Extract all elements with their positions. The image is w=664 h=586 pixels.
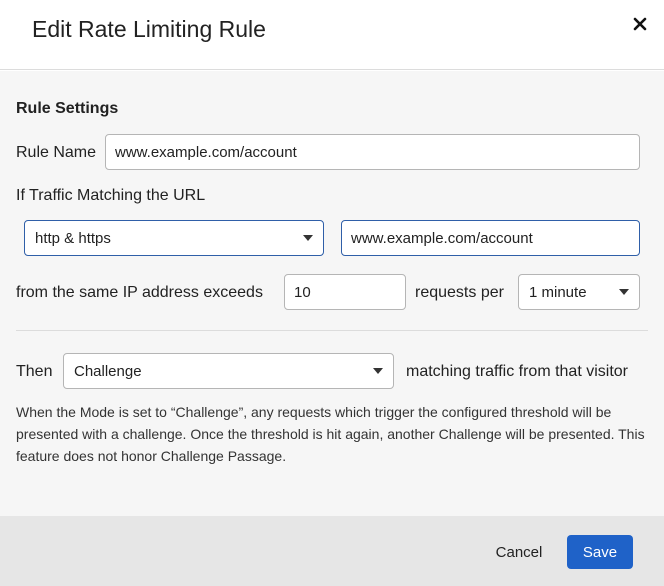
url-value: www.example.com/account [351, 229, 533, 247]
protocol-selected-value: http & https [35, 229, 111, 247]
edit-rate-limiting-dialog: Edit Rate Limiting Rule Rule Settings Ru… [0, 0, 664, 586]
save-button[interactable]: Save [567, 535, 633, 569]
dialog-header: Edit Rate Limiting Rule [0, 0, 664, 70]
mode-select[interactable]: Challenge [63, 353, 394, 389]
mode-selected-value: Challenge [74, 362, 142, 380]
rule-name-input[interactable]: www.example.com/account [105, 134, 640, 170]
requests-per-label: requests per [415, 284, 504, 301]
challenge-description: When the Mode is set to “Challenge”, any… [16, 404, 645, 464]
then-label: Then [16, 363, 53, 380]
close-icon [633, 17, 647, 31]
dialog-footer: Cancel Save [0, 516, 664, 586]
same-ip-label: from the same IP address exceeds [16, 284, 263, 301]
chevron-down-icon [303, 235, 313, 241]
requests-threshold-value: 10 [294, 283, 311, 301]
close-button[interactable] [628, 12, 652, 36]
dialog-title: Edit Rate Limiting Rule [32, 16, 266, 42]
dialog-body: Rule Settings Rule Name www.example.com/… [0, 71, 664, 516]
period-selected-value: 1 minute [529, 283, 587, 301]
url-input[interactable]: www.example.com/account [341, 220, 640, 256]
traffic-matching-label: If Traffic Matching the URL [16, 187, 206, 204]
section-title: Rule Settings [16, 100, 119, 117]
period-select[interactable]: 1 minute [518, 274, 640, 310]
protocol-select[interactable]: http & https [24, 220, 324, 256]
chevron-down-icon [619, 289, 629, 295]
matching-traffic-label: matching traffic from that visitor [406, 363, 628, 380]
requests-threshold-input[interactable]: 10 [284, 274, 406, 310]
rule-name-label: Rule Name [16, 144, 97, 161]
rule-name-value: www.example.com/account [115, 143, 297, 161]
section-divider [16, 330, 648, 331]
chevron-down-icon [373, 368, 383, 374]
cancel-button[interactable]: Cancel [484, 536, 554, 568]
